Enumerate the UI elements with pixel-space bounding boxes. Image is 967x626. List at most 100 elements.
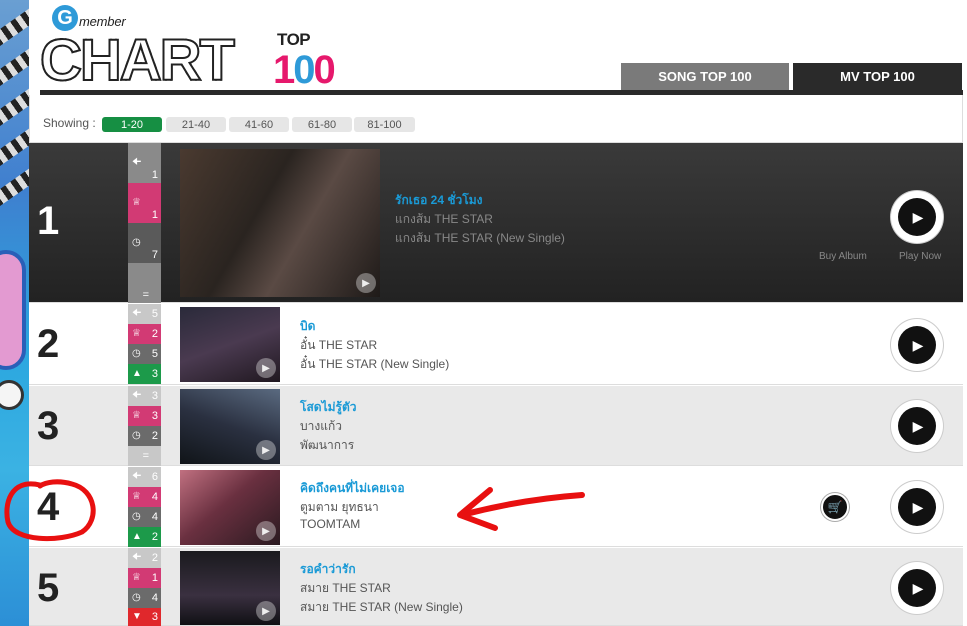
rank-stats: 🠈 2 ♕ 1 ◷ 4 ▼ 3 [128, 548, 161, 626]
arrow-left-icon: 🠈 [132, 308, 142, 319]
song-artist[interactable]: ตูมตาม ยุทธนา [300, 498, 379, 517]
play-icon: ▶ [898, 198, 936, 236]
weeks-on-chart: ◷ 4 [128, 588, 161, 608]
video-thumbnail[interactable]: ▶ [180, 307, 280, 382]
rank-number: 2 [37, 322, 60, 366]
song-album[interactable]: พัฒนาการ [300, 436, 354, 455]
arrow-left-icon: 🠈 [132, 390, 142, 401]
rank-stats: 🠈 6 ♕ 4 ◷ 4 ▲ 2 [128, 467, 161, 547]
play-button[interactable]: ▶ [891, 191, 943, 243]
triangle-down-icon: ▼ [132, 611, 142, 622]
position-change: = [128, 263, 161, 303]
clock-icon: ◷ [132, 430, 141, 441]
chart-logo-top: TOP [277, 30, 311, 49]
weeks-on-chart: ◷ 5 [128, 344, 161, 364]
play-icon: ▶ [898, 488, 936, 526]
position-change: = [128, 446, 161, 466]
chart-row: 5 🠈 2 ♕ 1 ◷ 4 ▼ 3 ▶ รอคำว่ารัก สมาย THE STAR… [29, 548, 963, 626]
page-1-20[interactable]: 1-20 [102, 117, 162, 132]
peak-position: ♕ 2 [128, 324, 161, 344]
page-41-60[interactable]: 41-60 [229, 117, 289, 132]
song-artist[interactable]: บางแก้ว [300, 417, 342, 436]
position-change: ▼ 3 [128, 608, 161, 626]
clock-icon: ◷ [132, 348, 141, 359]
rank-stats: 🠈 3 ♕ 3 ◷ 2 = [128, 386, 161, 466]
video-thumbnail[interactable]: ▶ [180, 389, 280, 464]
showing-label: Showing : [43, 116, 96, 130]
peak-position: ♕ 3 [128, 406, 161, 426]
play-icon: ▶ [256, 601, 276, 621]
equals-icon: = [142, 450, 149, 462]
video-thumbnail[interactable]: ▶ [180, 551, 280, 625]
song-album[interactable]: สมาย THE STAR (New Single) [300, 598, 463, 617]
play-button[interactable]: ▶ [891, 562, 943, 614]
song-album[interactable]: แกงส้ม THE STAR (New Single) [395, 229, 565, 248]
play-icon: ▶ [898, 569, 936, 607]
song-artist[interactable]: อั๋น THE STAR [300, 336, 377, 355]
rank-number: 4 [37, 485, 60, 529]
clock-icon: ◷ [132, 592, 141, 603]
triangle-up-icon: ▲ [132, 368, 142, 379]
rank-number: 1 [37, 199, 60, 243]
chart-row: 1 🠈 1 ♕ 1 ◷ 7 = ▶ รักเธอ 24 ชั่วโมง แกงส้ม … [29, 143, 963, 303]
previous-position: 🠈 3 [128, 386, 161, 406]
video-thumbnail[interactable]: ▶ [180, 470, 280, 545]
equals-icon: = [142, 289, 149, 301]
weeks-on-chart: ◷ 7 [128, 223, 161, 263]
play-icon: ▶ [256, 521, 276, 541]
play-button[interactable]: ▶ [891, 481, 943, 533]
cart-icon[interactable]: 🛒 [821, 493, 849, 521]
page-81-100[interactable]: 81-100 [354, 117, 415, 132]
song-title[interactable]: คิดถึงคนที่ไม่เคยเจอ [300, 479, 405, 498]
song-artist[interactable]: สมาย THE STAR [300, 579, 391, 598]
tab-song-top-100[interactable]: SONG TOP 100 [621, 63, 789, 90]
position-change: ▲ 2 [128, 527, 161, 547]
buy-album-label[interactable]: Buy Album [819, 251, 867, 262]
page: G member CHART TOP 100 SONG TOP 100 MV T… [0, 0, 967, 626]
rank-stats: 🠈 5 ♕ 2 ◷ 5 ▲ 3 [128, 304, 161, 384]
tab-mv-top-100[interactable]: MV TOP 100 [793, 63, 962, 90]
song-title[interactable]: รักเธอ 24 ชั่วโมง [395, 191, 482, 210]
previous-position: 🠈 6 [128, 467, 161, 487]
song-title[interactable]: โสดไม่รู้ตัว [300, 398, 356, 417]
song-title[interactable]: บิด [300, 317, 315, 336]
chart-logo-100: 100 [273, 48, 336, 92]
song-title[interactable]: รอคำว่ารัก [300, 560, 356, 579]
arrow-left-icon: 🠈 [132, 552, 142, 563]
arrow-left-icon: 🠈 [132, 157, 142, 168]
peak-position: ♕ 4 [128, 487, 161, 507]
position-change: ▲ 3 [128, 364, 161, 384]
play-icon: ▶ [356, 273, 376, 293]
crown-icon: ♕ [132, 328, 141, 339]
chart-row: 4 🠈 6 ♕ 4 ◷ 4 ▲ 2 ▶ คิดถึงคนที่ไม่เคยเจอ ตูม… [29, 467, 963, 547]
page-61-80[interactable]: 61-80 [292, 117, 352, 132]
previous-position: 🠈 1 [128, 143, 161, 183]
background-decoration [0, 0, 29, 626]
play-button[interactable]: ▶ [891, 400, 943, 452]
play-now-label[interactable]: Play Now [899, 251, 941, 262]
clock-icon: ◷ [132, 237, 141, 248]
weeks-on-chart: ◷ 4 [128, 507, 161, 527]
arrow-left-icon: 🠈 [132, 471, 142, 482]
song-album[interactable]: TOOMTAM [300, 517, 360, 531]
peak-position: ♕ 1 [128, 568, 161, 588]
video-thumbnail[interactable]: ▶ [180, 149, 380, 297]
page-21-40[interactable]: 21-40 [166, 117, 226, 132]
play-button[interactable]: ▶ [891, 319, 943, 371]
play-icon: ▶ [256, 358, 276, 378]
rank-stats: 🠈 1 ♕ 1 ◷ 7 = [128, 143, 161, 303]
crown-icon: ♕ [132, 197, 141, 208]
chart-row: 2 🠈 5 ♕ 2 ◷ 5 ▲ 3 ▶ บิด อั๋น THE STAR อั๋น T… [29, 304, 963, 385]
clock-icon: ◷ [132, 511, 141, 522]
triangle-up-icon: ▲ [132, 531, 142, 542]
pager-bar: Showing : 1-20 21-40 41-60 61-80 81-100 [29, 95, 963, 143]
song-album[interactable]: อั๋น THE STAR (New Single) [300, 355, 449, 374]
previous-position: 🠈 2 [128, 548, 161, 568]
chart-logo-text: CHART [39, 28, 236, 93]
play-icon: ▶ [898, 326, 936, 364]
rank-number: 5 [37, 566, 60, 610]
previous-position: 🠈 5 [128, 304, 161, 324]
chart-row: 3 🠈 3 ♕ 3 ◷ 2 = ▶ โสดไม่รู้ตัว บางแก้ว พัฒน… [29, 386, 963, 466]
song-artist[interactable]: แกงส้ม THE STAR [395, 210, 493, 229]
play-icon: ▶ [256, 440, 276, 460]
